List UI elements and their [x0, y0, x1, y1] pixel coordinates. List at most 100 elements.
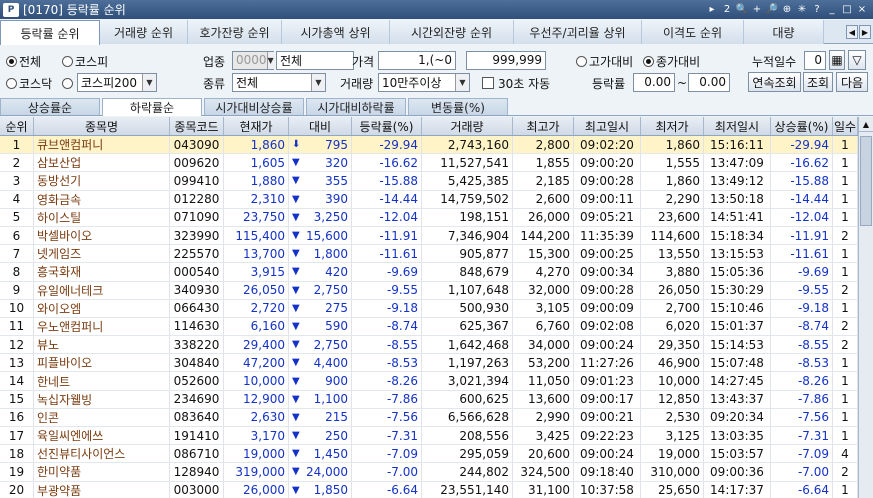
- industry-code-select[interactable]: 0000 ▼: [232, 50, 274, 70]
- minimize-icon[interactable]: _: [825, 3, 839, 16]
- table-row[interactable]: 12 뷰노 338220 29,400 ▼ 2,750 -8.55 1,642,468 34,0…: [0, 336, 858, 355]
- table-row[interactable]: 8 흥국화재 000540 3,915 ▼ 420 -9.69 848,679 4,270 09:…: [0, 263, 858, 282]
- current-price-cell: 2,310: [224, 190, 289, 208]
- column-header[interactable]: 상승률(%): [771, 117, 833, 135]
- volume-select[interactable]: 10만주이상 ▼: [378, 72, 470, 92]
- radio-off-icon: [6, 77, 17, 89]
- column-header[interactable]: 최저일시: [704, 117, 771, 135]
- table-row[interactable]: 1 큐브앤컴퍼니 043090 1,860 ⬇ 795 -29.94 2,743,160 2,8…: [0, 136, 858, 155]
- menu-arrow-icon[interactable]: ▸: [705, 3, 719, 16]
- low-time-cell: 15:18:34: [704, 226, 771, 245]
- radio-high-compare[interactable]: 고가대비: [576, 51, 633, 71]
- table-row[interactable]: 18 선진뷰티사이언스 086710 19,000 ▼ 1,450 -7.09 295,059…: [0, 445, 858, 464]
- radio-kosdaq[interactable]: 코스닥: [6, 73, 52, 93]
- kind-select[interactable]: 전체 ▼: [232, 72, 326, 92]
- calendar-icon[interactable]: ▦: [829, 50, 845, 70]
- table-row[interactable]: 17 육일씨엔에쓰 191410 3,170 ▼ 250 -7.31 208,556 3,425…: [0, 427, 858, 446]
- table-row[interactable]: 4 영화금속 012280 2,310 ▼ 390 -14.44 14,759,502 2,60…: [0, 190, 858, 209]
- rise-rate-cell: -7.09: [771, 445, 833, 463]
- column-header[interactable]: 최고가: [513, 117, 574, 135]
- scroll-up-icon[interactable]: ▲: [859, 117, 873, 132]
- auto-refresh-checkbox[interactable]: 30초 자동: [482, 73, 550, 93]
- change-value: 3,250: [313, 210, 348, 225]
- radio-kospi200[interactable]: [62, 73, 75, 93]
- number-two-icon[interactable]: 2: [720, 3, 734, 16]
- rise-rate-cell: -15.88: [771, 172, 833, 190]
- tab-open-rise-rate[interactable]: 시가대비상승률: [204, 98, 304, 115]
- table-row[interactable]: 6 박셀바이오 323990 115,400 ▼ 15,600 -11.91 7,346,90…: [0, 226, 858, 246]
- tab-volume-rank[interactable]: 거래량 순위: [100, 20, 188, 44]
- main-tabs: 등락률 순위 거래량 순위 호가잔량 순위 시가총액 상위 시간외잔량 순위 우…: [0, 20, 873, 45]
- table-row[interactable]: 5 하이스틸 071090 23,750 ▼ 3,250 -12.04 198,151 26,0…: [0, 208, 858, 227]
- tab-after-hours-rank[interactable]: 시간외잔량 순위: [390, 20, 514, 44]
- tab-fall-rate[interactable]: 하락률순: [102, 98, 202, 116]
- table-row[interactable]: 9 유일에너테크 340930 26,050 ▼ 2,750 -9.55 1,107,648 3…: [0, 281, 858, 300]
- table-row[interactable]: 14 한네트 052600 10,000 ▼ 900 -8.26 3,021,394 11,05…: [0, 372, 858, 391]
- tab-rate-rank[interactable]: 등락률 순위: [0, 20, 100, 45]
- radio-market-all[interactable]: 전체: [6, 51, 41, 71]
- radio-kospi[interactable]: 코스피: [62, 51, 108, 71]
- scroll-thumb[interactable]: [860, 136, 872, 226]
- column-header[interactable]: 등락률(%): [352, 117, 422, 135]
- tab-scroll-right-icon[interactable]: ▶: [859, 25, 871, 39]
- add-icon[interactable]: +: [750, 3, 764, 16]
- tab-market-cap[interactable]: 시가총액 상위: [282, 20, 390, 44]
- table-row[interactable]: 13 피플바이오 304840 47,200 ▼ 4,400 -8.53 1,197,263 5…: [0, 354, 858, 373]
- low-price-cell: 114,600: [641, 226, 704, 245]
- industry-name-field[interactable]: 전체: [276, 50, 354, 70]
- next-button[interactable]: 다음: [836, 72, 868, 92]
- tab-scroll-left-icon[interactable]: ◀: [846, 25, 858, 39]
- maximize-icon[interactable]: □: [840, 3, 854, 16]
- vertical-scrollbar[interactable]: ▲: [858, 117, 873, 498]
- search-icon[interactable]: 🔍: [735, 3, 749, 16]
- price-from-field[interactable]: 1,(~0: [378, 50, 456, 70]
- table-row[interactable]: 16 인콘 083640 2,630 ▼ 215 -7.56 6,566,628 2,990 09…: [0, 408, 858, 427]
- tab-quote-balance-rank[interactable]: 호가잔량 순위: [188, 20, 282, 44]
- query-button[interactable]: 조회: [803, 72, 833, 92]
- radio-close-compare[interactable]: 종가대비: [643, 51, 700, 71]
- column-header[interactable]: 거래량: [422, 117, 513, 135]
- continuous-query-button[interactable]: 연속조회: [748, 72, 801, 92]
- table-row[interactable]: 10 와이오엠 066430 2,720 ▼ 275 -9.18 500,930 3,105 09…: [0, 299, 858, 318]
- table-row[interactable]: 20 부광약품 003000 26,000 ▼ 1,850 -6.64 23,551,140 3…: [0, 481, 858, 498]
- filter-icon[interactable]: ▽: [848, 50, 866, 70]
- column-header[interactable]: 대비: [289, 117, 352, 135]
- tab-volatility[interactable]: 변동률(%): [408, 98, 508, 115]
- table-row[interactable]: 19 한미약품 128940 319,000 ▼ 24,000 -7.00 244,802 32…: [0, 463, 858, 482]
- column-header[interactable]: 현재가: [224, 117, 289, 135]
- rank-cell: 7: [0, 245, 34, 263]
- rate-from-field[interactable]: 0.00: [633, 72, 675, 92]
- settings-icon[interactable]: ✳: [795, 3, 809, 16]
- radio-label: 고가대비: [589, 54, 634, 69]
- price-to-field[interactable]: 999,999: [466, 50, 546, 70]
- table-row[interactable]: 3 동방선기 099410 1,880 ▼ 355 -15.88 5,425,385 2,185…: [0, 172, 858, 191]
- stock-name-cell: 선진뷰티사이언스: [34, 445, 170, 463]
- column-header[interactable]: 종목명: [34, 117, 170, 135]
- tab-preferred-disparity[interactable]: 우선주/괴리율 상위: [514, 20, 642, 44]
- cum-days-field[interactable]: 0: [804, 50, 826, 70]
- kospi200-select[interactable]: 코스피200 ▼: [77, 72, 157, 92]
- column-header[interactable]: 순위: [0, 117, 34, 135]
- column-header[interactable]: 일수: [833, 117, 858, 135]
- table-row[interactable]: 15 녹십자웰빙 234690 12,900 ▼ 1,100 -7.86 600,625 13,…: [0, 390, 858, 409]
- column-header[interactable]: 종목코드: [170, 117, 224, 135]
- help-icon[interactable]: ?: [810, 3, 824, 16]
- table-row[interactable]: 2 삼보산업 009620 1,605 ▼ 320 -16.62 11,527,541 1,85…: [0, 154, 858, 173]
- tab-rise-rate[interactable]: 상승률순: [0, 98, 100, 115]
- volume-cell: 1,107,648: [422, 281, 513, 299]
- low-price-cell: 23,600: [641, 208, 704, 226]
- high-time-cell: 09:00:21: [574, 408, 641, 426]
- zoom-icon[interactable]: 🔎: [765, 3, 779, 16]
- table-row[interactable]: 11 우노앤컴퍼니 114630 6,160 ▼ 590 -8.74 625,367 6,760…: [0, 317, 858, 337]
- pin-icon[interactable]: ⊕: [780, 3, 794, 16]
- stock-name-cell: 삼보산업: [34, 154, 170, 172]
- table-row[interactable]: 7 넷게임즈 225570 13,700 ▼ 1,800 -11.61 905,877 15,3…: [0, 245, 858, 264]
- change-cell: ▼ 320: [289, 154, 352, 172]
- close-icon[interactable]: ×: [855, 3, 869, 16]
- column-header[interactable]: 최고일시: [574, 117, 641, 135]
- tab-large[interactable]: 대량: [744, 20, 824, 44]
- tab-open-fall-rate[interactable]: 시가대비하락률: [306, 98, 406, 115]
- rate-to-field[interactable]: 0.00: [688, 72, 730, 92]
- column-header[interactable]: 최저가: [641, 117, 704, 135]
- tab-divergence-rank[interactable]: 이격도 순위: [642, 20, 744, 44]
